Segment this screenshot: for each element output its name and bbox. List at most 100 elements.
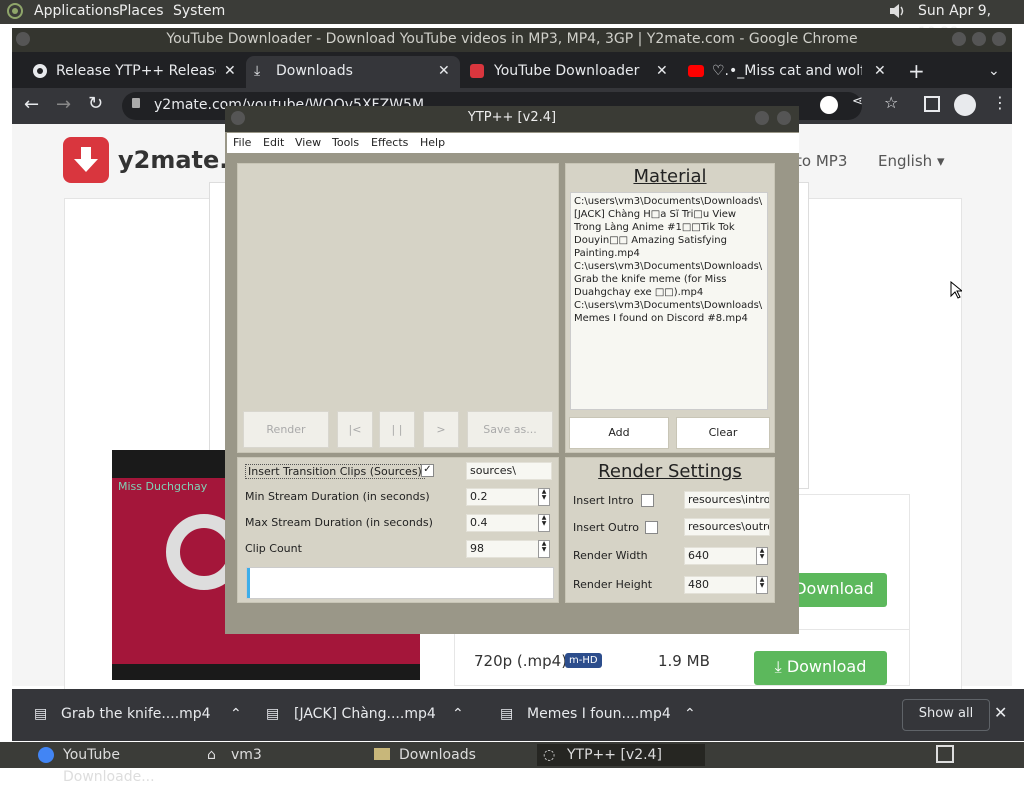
material-list[interactable]: C:\users\vm3\Documents\Downloads\ [JACK]…	[570, 192, 768, 410]
tab-youtube-downloader[interactable]: YouTube Downloader - Dov ✕	[460, 56, 674, 88]
clip-count-stepper[interactable]: ▲ ▼	[538, 540, 550, 558]
shelf-item[interactable]: ▤ Grab the knife....mp4 ⌃	[30, 689, 260, 741]
menu-help[interactable]: Help	[420, 133, 445, 153]
more-menu-icon[interactable]: ⋮	[992, 93, 1008, 112]
intro-checkbox[interactable]	[641, 494, 654, 507]
render-width-stepper[interactable]: ▲ ▼	[756, 547, 768, 565]
taskbar-item-downloads[interactable]: Downloads	[372, 744, 534, 766]
render-width-field[interactable]: 640	[684, 547, 758, 565]
tab-label: Downloads	[276, 63, 353, 79]
video-file-icon: ▤	[34, 706, 48, 722]
tab-close-icon[interactable]: ✕	[656, 56, 668, 86]
site-logo-text[interactable]: y2mate.c	[118, 146, 243, 174]
max-duration-stepper[interactable]: ▲ ▼	[538, 514, 550, 532]
chevron-up-icon[interactable]: ⌃	[452, 689, 464, 739]
play-button[interactable]: >	[423, 411, 459, 448]
nav-mp3-link[interactable]: to MP3	[796, 152, 847, 170]
transition-label[interactable]: Insert Transition Clips (Sources)	[245, 464, 425, 479]
tab-ytp-release[interactable]: Release YTP++ Release 2 ✕	[18, 56, 246, 88]
y2mate-logo-icon[interactable]	[63, 137, 109, 183]
video-file-icon: ▤	[500, 706, 514, 722]
max-duration-field[interactable]: 0.4	[466, 514, 540, 532]
transition-checkbox[interactable]: ✓	[421, 464, 434, 477]
maximize-icon[interactable]	[972, 32, 986, 46]
show-all-button[interactable]: Show all	[902, 699, 990, 731]
new-tab-icon[interactable]: +	[908, 56, 925, 88]
window-menu-icon[interactable]	[16, 32, 30, 46]
material-line: Douyin□□ Amazing Satisfying	[574, 235, 727, 246]
clear-material-button[interactable]: Clear	[676, 417, 770, 449]
add-material-button[interactable]: Add	[569, 417, 669, 449]
min-duration-field[interactable]: 0.2	[466, 488, 540, 506]
ytp-window-menu-icon[interactable]	[231, 111, 245, 125]
render-height-field[interactable]: 480	[684, 576, 758, 594]
material-line: [JACK] Chàng H□a Sĩ Tri□u View	[574, 209, 737, 220]
taskbar-item-chrome[interactable]: YouTube Downloade...	[34, 744, 204, 785]
tab-label: ♡.•_Miss cat and wolf_•.♡	[712, 63, 862, 79]
rewind-button[interactable]: |<	[337, 411, 373, 448]
language-select[interactable]: English ▾	[878, 152, 944, 170]
menu-effects[interactable]: Effects	[371, 133, 408, 153]
tab-close-icon[interactable]: ✕	[224, 56, 236, 86]
top-panel: Applications Places System Sun Apr 9, 10…	[0, 0, 1024, 41]
transition-sources-field[interactable]: sources\	[466, 462, 552, 480]
bookmark-star-icon[interactable]: ☆	[884, 93, 898, 112]
chrome-icon	[38, 747, 54, 763]
tab-miss-cat[interactable]: ♡.•_Miss cat and wolf_•.♡ ✕	[680, 56, 894, 88]
forward-icon[interactable]: →	[56, 94, 71, 115]
menu-view[interactable]: View	[295, 133, 321, 153]
ytp-menu-bar: File Edit View Tools Effects Help	[227, 133, 799, 153]
system-menu[interactable]: System	[173, 0, 225, 24]
taskbar-item-vm3[interactable]: ⌂ vm3	[204, 744, 364, 766]
lock-icon	[132, 98, 140, 108]
material-line: Painting.mp4	[574, 248, 640, 259]
save-as-button[interactable]: Save as...	[467, 411, 553, 448]
progress-bar	[246, 567, 554, 599]
render-height-stepper[interactable]: ▲ ▼	[756, 576, 768, 594]
close-window-icon[interactable]	[992, 32, 1006, 46]
applications-menu[interactable]: Applications	[34, 0, 120, 24]
places-menu[interactable]: Places	[119, 0, 164, 24]
distro-logo-icon[interactable]	[6, 0, 24, 24]
back-icon[interactable]: ←	[24, 94, 39, 115]
render-height-label: Render Height	[573, 578, 653, 591]
shelf-item[interactable]: ▤ Memes I foun....mp4 ⌃	[496, 689, 726, 741]
shelf-item[interactable]: ▤ [JACK] Chàng....mp4 ⌃	[262, 689, 492, 741]
material-line: Grab the knife meme (for Miss	[574, 274, 727, 285]
tab-search-chevron-icon[interactable]: ⌄	[988, 56, 1000, 88]
ytp-maximize-icon[interactable]	[777, 111, 791, 125]
workspace-switcher-icon[interactable]	[936, 745, 954, 763]
google-lens-icon[interactable]	[820, 96, 838, 114]
github-icon	[32, 56, 48, 86]
pause-button[interactable]: | |	[379, 411, 415, 448]
reload-icon[interactable]: ↻	[88, 93, 103, 114]
render-settings-panel: Render Settings Insert Intro resources\i…	[565, 457, 775, 603]
close-shelf-icon[interactable]: ✕	[994, 703, 1007, 722]
chevron-up-icon[interactable]: ⌃	[684, 689, 696, 739]
youtube-favicon-icon	[688, 65, 704, 77]
video-preview	[238, 164, 558, 408]
profile-avatar-icon[interactable]	[954, 94, 976, 116]
taskbar-item-ytp[interactable]: ◌ YTP++ [v2.4]	[537, 744, 705, 766]
clock[interactable]: Sun Apr 9, 10:28	[918, 0, 1024, 41]
tab-close-icon[interactable]: ✕	[438, 56, 450, 86]
menu-file[interactable]: File	[233, 133, 251, 153]
menu-tools[interactable]: Tools	[332, 133, 359, 153]
intro-path-field[interactable]: resources\intro.m	[684, 491, 770, 509]
render-button[interactable]: Render	[243, 411, 329, 448]
share-icon[interactable]: ⋖	[852, 94, 863, 109]
download-button[interactable]: ⤓ Download	[754, 651, 887, 685]
chevron-up-icon[interactable]: ⌃	[230, 689, 242, 739]
tab-downloads[interactable]: ⤓ Downloads ✕	[246, 56, 460, 88]
menu-edit[interactable]: Edit	[263, 133, 284, 153]
ytp-title-bar[interactable]: YTP++ [v2.4]	[225, 106, 799, 132]
minimize-icon[interactable]	[952, 32, 966, 46]
outro-path-field[interactable]: resources\outro.m	[684, 518, 770, 536]
min-duration-stepper[interactable]: ▲ ▼	[538, 488, 550, 506]
volume-icon[interactable]	[887, 0, 907, 24]
outro-checkbox[interactable]	[645, 521, 658, 534]
tab-close-icon[interactable]: ✕	[874, 56, 886, 86]
clip-count-field[interactable]: 98	[466, 540, 540, 558]
ytp-minimize-icon[interactable]	[755, 111, 769, 125]
side-panel-icon[interactable]	[924, 96, 940, 112]
